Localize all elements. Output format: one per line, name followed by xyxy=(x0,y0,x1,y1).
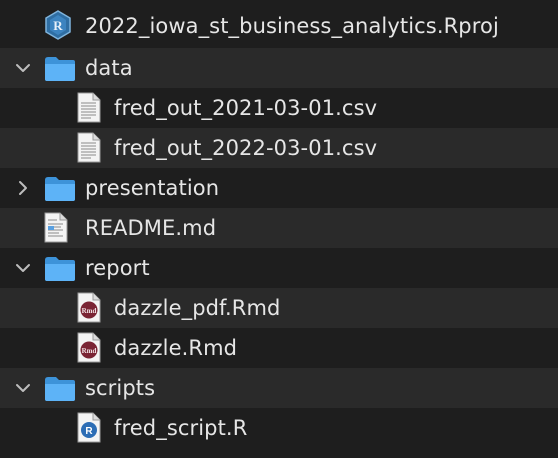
list-item-file-csv[interactable]: fred_out_2022-03-01.csv xyxy=(0,128,558,168)
list-item-label: scripts xyxy=(85,376,156,400)
list-item-folder-data[interactable]: data xyxy=(0,48,558,88)
list-item-rproj[interactable]: R 2022_iowa_st_business_analytics.Rproj xyxy=(0,6,558,46)
folder-icon xyxy=(45,177,75,201)
list-item-file-rmd[interactable]: Rmd dazzle_pdf.Rmd xyxy=(0,288,558,328)
markdown-file-icon xyxy=(44,212,68,243)
list-item-label: fred_out_2022-03-01.csv xyxy=(114,136,378,160)
list-item-label: presentation xyxy=(85,176,220,200)
chevron-down-icon[interactable] xyxy=(14,59,32,77)
csv-file-icon xyxy=(77,92,101,123)
list-item-file-md[interactable]: README.md xyxy=(0,208,558,248)
list-item-label: fred_out_2021-03-01.csv xyxy=(114,96,378,120)
rproj-file-icon: R xyxy=(45,10,71,40)
list-item-label: README.md xyxy=(85,216,217,240)
list-item-label: fred_script.R xyxy=(114,416,248,440)
svg-text:R: R xyxy=(85,426,93,437)
svg-text:Rmd: Rmd xyxy=(82,307,97,315)
csv-file-icon xyxy=(77,132,101,163)
list-item-label: report xyxy=(85,256,150,280)
svg-text:Rmd: Rmd xyxy=(82,347,97,355)
svg-text:R: R xyxy=(53,18,63,33)
chevron-down-icon[interactable] xyxy=(14,379,32,397)
chevron-right-icon[interactable] xyxy=(14,179,32,197)
list-item-folder-scripts[interactable]: scripts xyxy=(0,368,558,408)
list-item-folder-presentation[interactable]: presentation xyxy=(0,168,558,208)
rmarkdown-file-icon: Rmd xyxy=(77,292,101,323)
list-item-label: 2022_iowa_st_business_analytics.Rproj xyxy=(85,14,499,38)
folder-icon xyxy=(45,57,75,81)
list-item-label: dazzle.Rmd xyxy=(114,336,238,360)
chevron-down-icon[interactable] xyxy=(14,259,32,277)
list-item-file-r[interactable]: R fred_script.R xyxy=(0,408,558,448)
finder-list-view: R 2022_iowa_st_business_analytics.Rproj … xyxy=(0,0,558,458)
folder-icon xyxy=(45,257,75,281)
list-item-file-csv[interactable]: fred_out_2021-03-01.csv xyxy=(0,88,558,128)
list-item-file-rmd[interactable]: Rmd dazzle.Rmd xyxy=(0,328,558,368)
list-item-folder-report[interactable]: report xyxy=(0,248,558,288)
list-item-label: dazzle_pdf.Rmd xyxy=(114,296,281,320)
folder-icon xyxy=(45,377,75,401)
rmarkdown-file-icon: Rmd xyxy=(77,332,101,363)
list-item-label: data xyxy=(85,56,133,80)
r-script-file-icon: R xyxy=(77,412,101,443)
